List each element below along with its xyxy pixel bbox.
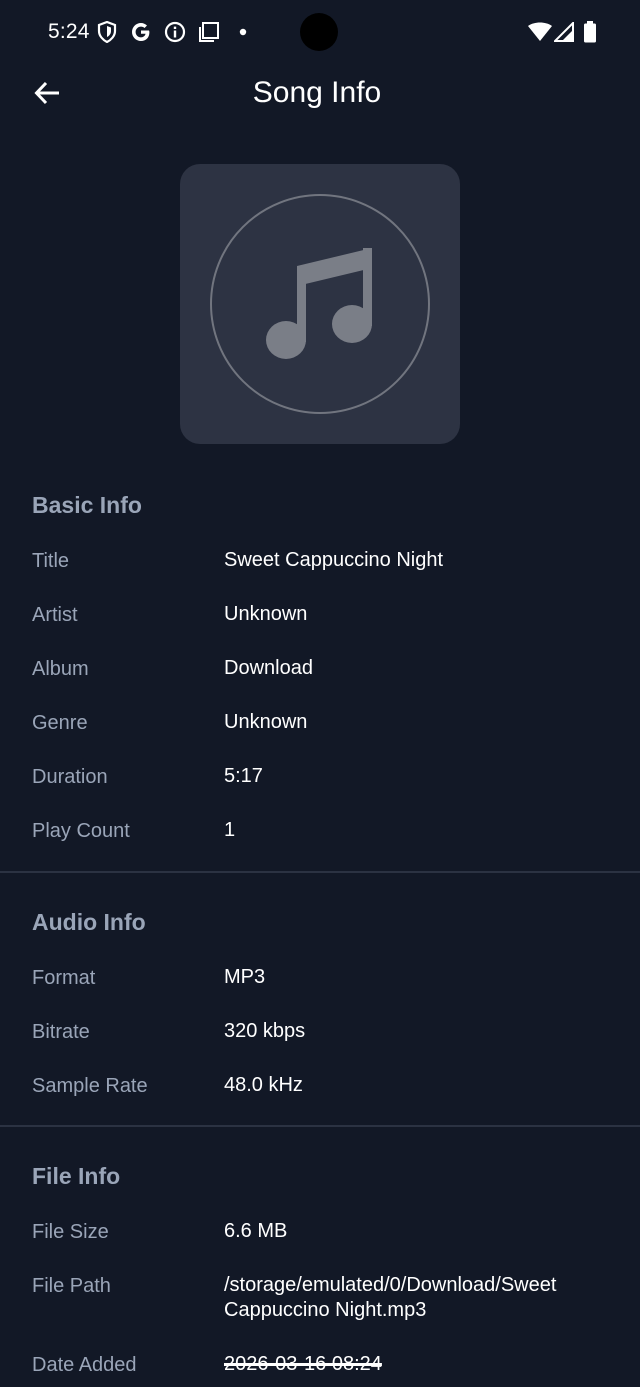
section-divider bbox=[0, 1125, 640, 1127]
row-label-date-added: Date Added bbox=[32, 1354, 137, 1376]
row-label-sample-rate: Sample Rate bbox=[32, 1075, 148, 1097]
section-title-file-info: File Info bbox=[32, 1163, 121, 1189]
dot-icon bbox=[238, 20, 248, 44]
page-title: Song Info bbox=[252, 76, 382, 109]
battery-icon bbox=[582, 20, 598, 44]
row-value-bitrate: 320 kbps bbox=[224, 1020, 306, 1042]
status-bar: 5:24 bbox=[0, 0, 640, 64]
row-label-artist: Artist bbox=[32, 604, 78, 626]
row-value-date-added: 2026-03-16 08:24 bbox=[224, 1353, 382, 1375]
row-label-play-count: Play Count bbox=[32, 820, 130, 842]
status-time: 5:24 bbox=[48, 20, 90, 43]
music-note-icon bbox=[266, 248, 372, 359]
section-divider bbox=[0, 871, 640, 873]
row-label-title: Title bbox=[32, 550, 70, 572]
app-bar: Song Info bbox=[0, 64, 640, 124]
screenshot-icon bbox=[198, 20, 220, 44]
row-label-file-path: File Path bbox=[32, 1275, 111, 1297]
row-label-genre: Genre bbox=[32, 712, 88, 734]
row-value-file-size: 6.6 MB bbox=[224, 1220, 288, 1242]
row-value-title: Sweet Cappuccino Night bbox=[224, 549, 444, 571]
section-title-audio-info: Audio Info bbox=[32, 909, 146, 935]
row-value-artist: Unknown bbox=[224, 603, 308, 625]
row-value-genre: Unknown bbox=[224, 711, 308, 733]
camera-cutout bbox=[300, 13, 338, 51]
shield-icon bbox=[96, 20, 118, 44]
row-label-file-size: File Size bbox=[32, 1221, 109, 1243]
section-title-basic-info: Basic Info bbox=[32, 492, 142, 518]
google-icon bbox=[130, 20, 152, 44]
row-value-duration: 5:17 bbox=[224, 765, 263, 787]
row-value-format: MP3 bbox=[224, 966, 266, 988]
row-value-play-count: 1 bbox=[224, 819, 236, 841]
row-label-format: Format bbox=[32, 967, 96, 989]
album-artwork bbox=[180, 164, 460, 444]
row-label-bitrate: Bitrate bbox=[32, 1021, 90, 1043]
row-label-album: Album bbox=[32, 658, 89, 680]
wifi-icon bbox=[527, 20, 553, 44]
info-icon bbox=[164, 20, 186, 44]
row-value-album: Download bbox=[224, 657, 313, 679]
signal-icon bbox=[554, 20, 574, 44]
row-value-file-path: /storage/emulated/0/Download/Sweet Cappu… bbox=[224, 1274, 557, 1321]
row-label-duration: Duration bbox=[32, 766, 108, 788]
row-value-sample-rate: 48.0 kHz bbox=[224, 1074, 303, 1096]
